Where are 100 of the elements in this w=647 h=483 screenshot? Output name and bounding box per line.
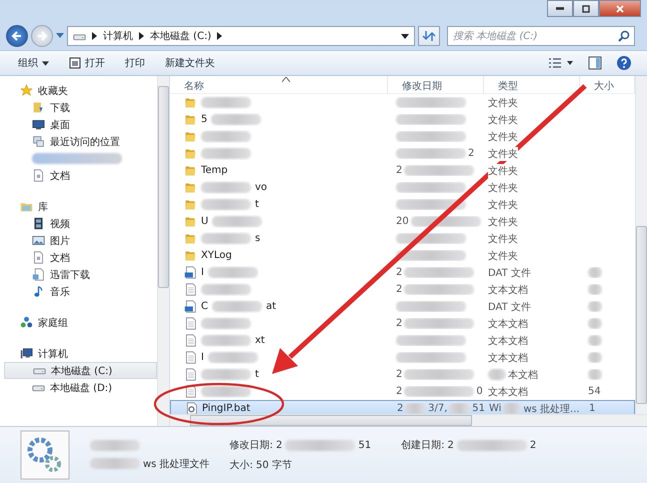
file-row[interactable]: 文件夹 <box>170 94 635 111</box>
file-type: 文件夹 <box>488 248 518 262</box>
address-field[interactable]: 计算机 本地磁盘 (C:) <box>67 26 415 46</box>
file-type: 文本文档 <box>488 316 528 330</box>
detail-value: 2 <box>276 440 282 450</box>
file-name: t <box>255 369 259 380</box>
toolbar-button[interactable]: 打印 <box>117 53 153 73</box>
redaction-blur <box>588 369 602 380</box>
breadcrumb[interactable]: 计算机 <box>103 29 133 43</box>
file-row[interactable]: 文件夹 <box>170 128 635 145</box>
folder-icon <box>184 164 197 177</box>
file-type: Wi <box>489 403 502 414</box>
toolbar-button[interactable]: 组织 <box>10 53 57 73</box>
toolbar-button[interactable]: 新建文件夹 <box>157 53 223 73</box>
redaction-blur <box>588 352 602 363</box>
file-name: at <box>266 301 276 312</box>
history-dropdown-icon[interactable] <box>56 33 64 39</box>
minimize-icon <box>556 7 564 10</box>
detail-value: 2 <box>530 440 536 450</box>
detail-value: 2 <box>447 440 454 450</box>
file-row[interactable]: 2 0 文本文档 54 <box>170 383 635 400</box>
nav-item[interactable]: 视频 <box>4 215 157 232</box>
nav-group-header[interactable]: 收藏夹 <box>4 82 157 99</box>
nav-item[interactable]: 下载 <box>4 99 157 116</box>
file-row[interactable]: vo 文件夹 <box>170 179 635 196</box>
nav-item[interactable]: 文档 <box>4 249 157 266</box>
redaction-blur <box>588 267 602 278</box>
file-row[interactable]: xt 文本文档 <box>170 332 635 349</box>
file-row[interactable]: Temp 2 文件夹 <box>170 162 635 179</box>
file-type: 文件夹 <box>488 164 518 178</box>
breadcrumb-arrow-icon[interactable] <box>217 32 222 40</box>
file-row[interactable]: C at DAT 文件 <box>170 298 635 315</box>
nav-item[interactable]: 本地磁盘 (C:) <box>4 362 157 379</box>
date-modified: 0 <box>476 386 483 397</box>
file-type: 文件夹 <box>488 180 518 194</box>
breadcrumb[interactable]: 本地磁盘 (C:) <box>150 29 212 43</box>
column-header[interactable]: 修改日期 <box>388 76 484 93</box>
file-name: s <box>255 233 260 244</box>
search-field[interactable]: 搜索 本地磁盘 (C:) <box>447 26 635 46</box>
column-header[interactable]: 名称 <box>170 76 388 93</box>
toolbar-button[interactable]: 打开 <box>61 53 113 73</box>
date-modified: 2 <box>396 318 402 329</box>
nav-item[interactable]: 迅雷下载 <box>4 266 157 283</box>
file-row[interactable]: 2 文本文档 <box>170 315 635 332</box>
file-row[interactable]: I 2 DAT 文件 <box>170 264 635 281</box>
redaction-blur <box>588 301 602 312</box>
file-name: 5 <box>201 114 208 125</box>
redaction-blur <box>405 403 426 414</box>
text-file-icon <box>184 317 197 330</box>
file-type: 文件夹 <box>488 146 518 160</box>
maximize-button[interactable] <box>573 0 599 17</box>
file-name: PingIP.bat <box>202 403 250 414</box>
window-icon <box>69 57 81 69</box>
detail-value: 50 字节 <box>256 458 292 472</box>
minimize-button[interactable] <box>547 0 573 17</box>
folder-icon <box>184 113 197 126</box>
scrollbar[interactable] <box>157 76 169 426</box>
file-row[interactable]: s 文件夹 <box>170 230 635 247</box>
horizontal-scrollbar[interactable] <box>170 414 647 426</box>
file-row[interactable]: t 文件夹 <box>170 196 635 213</box>
redaction-blur <box>396 335 466 346</box>
file-row[interactable]: XYLog 文件夹 <box>170 247 635 264</box>
nav-item[interactable]: 音乐 <box>4 283 157 300</box>
breadcrumb-arrow-icon[interactable] <box>92 32 97 40</box>
gear-file-icon <box>185 402 198 414</box>
refresh-button[interactable] <box>418 26 440 46</box>
file-type: 文件夹 <box>488 96 518 110</box>
nav-group-header[interactable]: 计算机 <box>4 345 157 362</box>
redaction-blur <box>404 284 474 295</box>
nav-item[interactable]: 最近访问的位置 <box>4 133 157 150</box>
file-row[interactable]: t 2 本文档 <box>170 366 635 383</box>
text-file-icon <box>184 334 197 347</box>
date-modified: 2 <box>468 148 474 159</box>
file-row[interactable]: 5 文件夹 <box>170 111 635 128</box>
file-row[interactable]: 2 文件夹 <box>170 145 635 162</box>
redaction-blur <box>201 131 251 142</box>
dropdown-arrow-icon[interactable] <box>401 34 409 38</box>
file-row[interactable]: U 20 文件夹 <box>170 213 635 230</box>
nav-item[interactable]: 桌面 <box>4 116 157 133</box>
file-type: 文本文档 <box>488 334 528 348</box>
nav-group-header[interactable]: 家庭组 <box>4 314 157 331</box>
nav-group-header[interactable]: 库 <box>4 198 157 215</box>
back-button[interactable] <box>6 25 28 47</box>
close-button[interactable] <box>599 0 641 17</box>
file-row[interactable]: 2 文本文档 <box>170 281 635 298</box>
redaction-blur <box>396 352 466 363</box>
file-name: XYLog <box>201 250 232 261</box>
scrollbar[interactable] <box>635 76 647 414</box>
file-type: DAT 文件 <box>488 266 531 280</box>
redaction-blur <box>404 267 474 278</box>
nav-item[interactable]: 本地磁盘 (D:) <box>4 379 157 396</box>
search-icon <box>618 30 630 42</box>
redaction-blur <box>396 131 466 142</box>
file-name: I <box>201 267 204 278</box>
file-row[interactable]: PingIP.bat 2 3/7, 51 Wi ws 批处理... 1 <box>170 400 635 414</box>
breadcrumb-arrow-icon[interactable] <box>139 32 144 40</box>
redaction-blur <box>396 250 466 261</box>
nav-item[interactable]: 文档 <box>4 167 157 184</box>
close-icon <box>615 4 625 14</box>
nav-item[interactable]: 图片 <box>4 232 157 249</box>
